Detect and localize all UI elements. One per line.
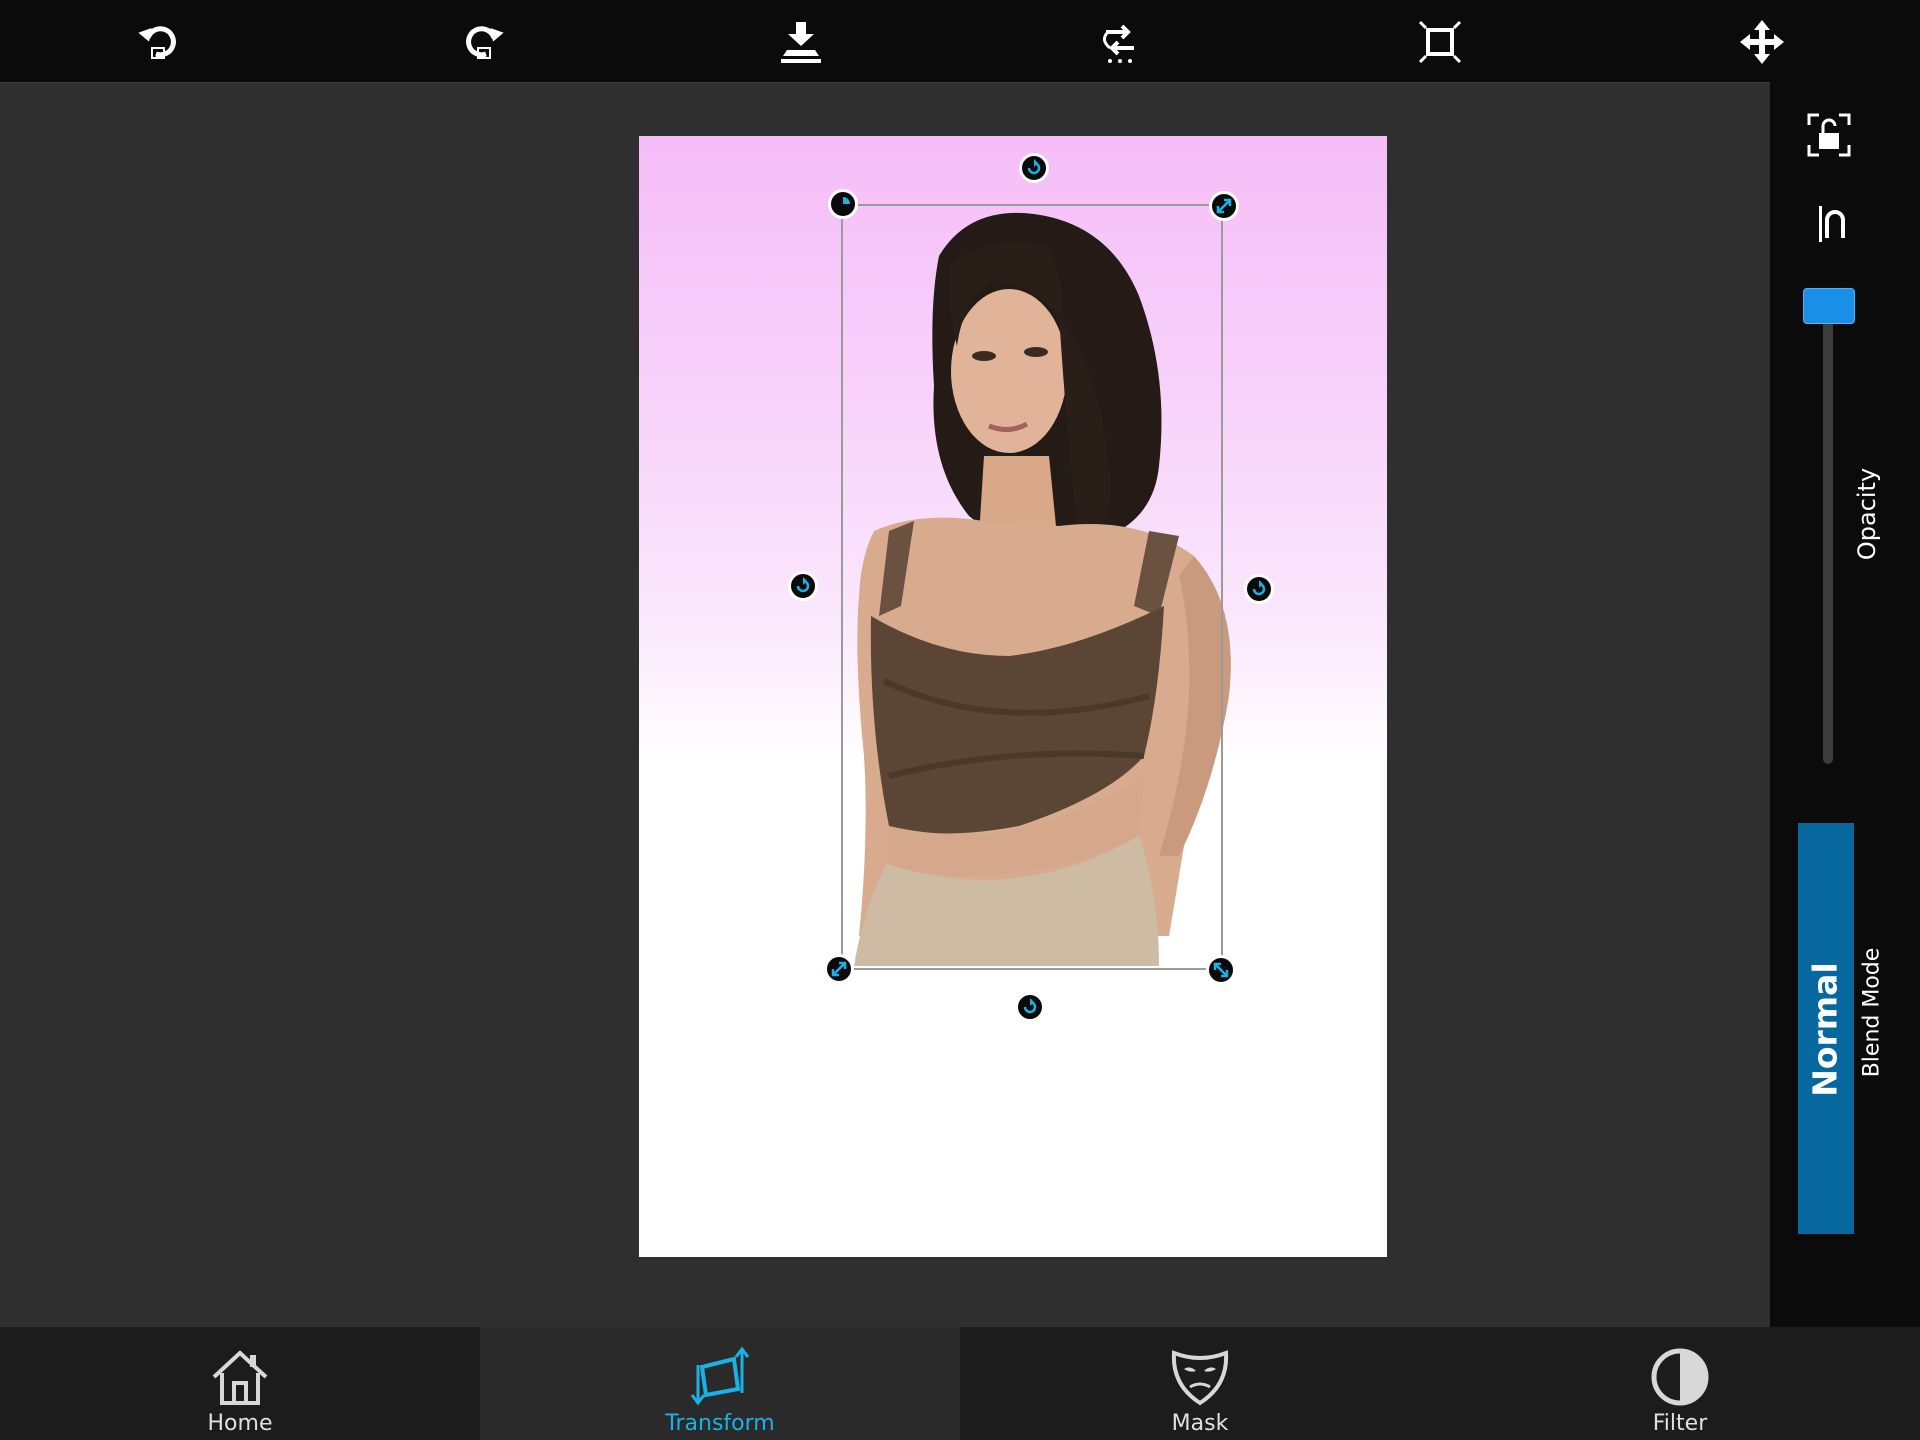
lock-aspect-button[interactable] (1799, 105, 1859, 165)
nav-filter-label: Filter (1652, 1411, 1708, 1436)
undo-icon (138, 26, 176, 59)
transform-icon (690, 1346, 750, 1406)
nav-home[interactable]: Home (0, 1327, 480, 1440)
scale-handle-bottom-right[interactable] (1206, 955, 1236, 985)
scale-handle-top-right[interactable] (1209, 191, 1239, 221)
nav-mask[interactable]: Mask (960, 1327, 1440, 1440)
nav-mask-label: Mask (1171, 1411, 1229, 1436)
rotate-icon (1252, 580, 1266, 596)
move-icon (1740, 20, 1784, 64)
rotate-corner-handle[interactable] (828, 189, 858, 219)
rotate-handle-left[interactable] (788, 571, 818, 601)
opacity-label: Opacity (1853, 467, 1881, 561)
redo-icon (466, 26, 504, 59)
rotate-icon (1027, 159, 1041, 175)
opacity-slider-thumb[interactable] (1803, 288, 1855, 324)
fit-canvas-icon (1418, 20, 1462, 64)
flip-button[interactable] (1090, 12, 1150, 72)
download-icon (781, 22, 821, 63)
nav-filter[interactable]: Filter (1440, 1327, 1920, 1440)
magnet-snap-button[interactable] (1803, 192, 1863, 252)
photo-subject (854, 212, 1231, 966)
image-canvas[interactable] (639, 136, 1387, 1257)
rotate-handle-right[interactable] (1244, 574, 1274, 604)
blend-mode-label: Blend Mode (1859, 947, 1885, 1078)
download-button[interactable] (771, 12, 831, 72)
home-icon (212, 1350, 268, 1405)
nav-home-label: Home (207, 1411, 273, 1436)
rotate-icon (1023, 998, 1037, 1014)
resize-diagonal-icon (1213, 962, 1229, 978)
undo-button[interactable] (130, 12, 190, 72)
fit-canvas-button[interactable] (1410, 12, 1470, 72)
rotate-handle-top[interactable] (1019, 153, 1049, 183)
mask-icon (1171, 1350, 1229, 1406)
unlock-icon (1807, 113, 1851, 157)
nav-transform-label: Transform (665, 1411, 775, 1436)
blend-mode-value: Normal (1805, 962, 1845, 1097)
move-button[interactable] (1732, 12, 1792, 72)
nav-transform[interactable]: Transform (480, 1327, 960, 1440)
top-toolbar (0, 0, 1920, 83)
clock-icon (843, 197, 850, 204)
resize-diagonal-icon (1216, 198, 1232, 214)
rotate-icon (796, 577, 810, 593)
redo-button[interactable] (452, 12, 512, 72)
flip-icon (1103, 24, 1134, 63)
rotate-handle-bottom[interactable] (1015, 992, 1045, 1022)
bottom-nav: Home Transform Mask Filter (0, 1327, 1920, 1440)
resize-diagonal-icon (831, 961, 847, 977)
scale-handle-bottom-left[interactable] (824, 954, 854, 984)
filter-icon (1651, 1348, 1709, 1406)
magnet-icon (1819, 206, 1845, 242)
opacity-slider-track[interactable] (1823, 300, 1833, 764)
